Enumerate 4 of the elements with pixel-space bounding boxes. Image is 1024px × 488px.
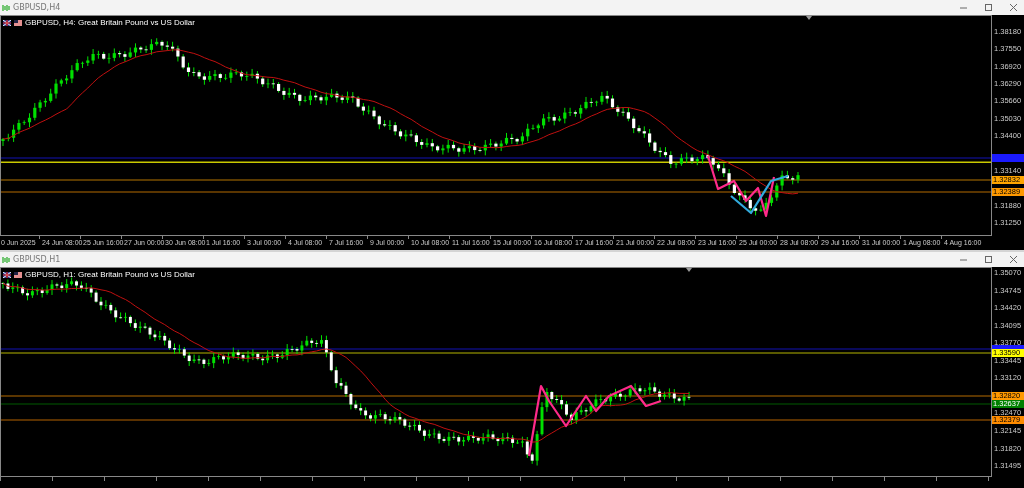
chart-header: GBPUSD, H1: Great Britain Pound vs US Dollar <box>25 270 195 279</box>
chart-header: GBPUSD, H4: Great Britain Pound vs US Dollar <box>25 18 195 27</box>
window-title: GBPUSD,H1 <box>13 255 62 264</box>
window-title: GBPUSD,H4 <box>13 3 62 12</box>
